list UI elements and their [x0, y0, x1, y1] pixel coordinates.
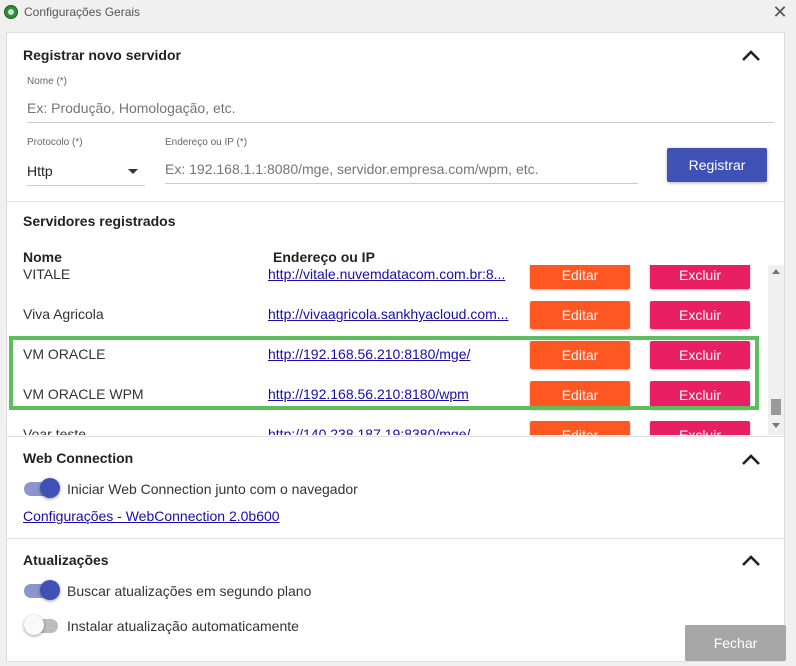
col-header-address: Endereço ou IP	[273, 249, 375, 265]
auto-install-label: Instalar atualização automaticamente	[67, 618, 299, 634]
dropdown-caret-icon	[128, 169, 138, 174]
servers-section-title: Servidores registrados	[23, 213, 176, 229]
address-input[interactable]	[165, 161, 638, 184]
server-address-link[interactable]: http://vitale.nuvemdatacom.com.br:8...	[268, 266, 518, 282]
divider	[7, 538, 784, 539]
edit-button[interactable]: Editar	[530, 381, 630, 409]
toggle-knob	[24, 615, 44, 635]
server-name: VITALE	[23, 266, 71, 282]
table-row: Voar teste http://140.238.187.19:8380/mg…	[7, 415, 767, 435]
scroll-down-icon[interactable]	[772, 423, 780, 428]
server-address-link[interactable]: http://140.238.187.19:8380/mge/	[268, 426, 518, 435]
server-address-link[interactable]: http://192.168.56.210:8180/mge/	[268, 346, 518, 362]
server-name: Voar teste	[23, 426, 87, 435]
delete-button[interactable]: Excluir	[650, 341, 750, 369]
divider	[7, 436, 784, 437]
server-name: VM ORACLE	[23, 346, 106, 362]
delete-button[interactable]: Excluir	[650, 265, 750, 289]
toggle-knob	[40, 580, 60, 600]
server-name: Viva Agricola	[23, 306, 104, 322]
background-updates-toggle[interactable]	[24, 580, 60, 600]
scroll-up-icon[interactable]	[772, 269, 780, 274]
updates-title: Atualizações	[23, 552, 109, 568]
edit-button[interactable]: Editar	[530, 341, 630, 369]
chevron-up-icon[interactable]	[739, 448, 763, 472]
web-connection-toggle-label: Iniciar Web Connection junto com o naveg…	[67, 481, 358, 497]
register-button[interactable]: Registrar	[667, 148, 767, 182]
protocol-label: Protocolo (*)	[27, 137, 83, 148]
table-row: VITALE http://vitale.nuvemdatacom.com.br…	[7, 265, 767, 295]
scrollbar[interactable]	[768, 265, 784, 435]
chevron-up-icon[interactable]	[739, 44, 763, 68]
close-button[interactable]: Fechar	[685, 625, 786, 661]
delete-button[interactable]: Excluir	[650, 301, 750, 329]
protocol-select[interactable]: Http	[27, 158, 145, 186]
server-address-link[interactable]: http://vivaagricola.sankhyacloud.com...	[268, 306, 518, 322]
table-row: VM ORACLE http://192.168.56.210:8180/mge…	[7, 335, 767, 375]
table-row: Viva Agricola http://vivaagricola.sankhy…	[7, 295, 767, 335]
chevron-up-icon[interactable]	[739, 549, 763, 573]
title-bar: Configurações Gerais ✕	[0, 0, 796, 26]
address-label: Endereço ou IP (*)	[165, 137, 248, 148]
divider	[7, 201, 784, 202]
web-connection-title: Web Connection	[23, 450, 134, 466]
name-field-label: Nome (*)	[27, 76, 68, 87]
toggle-knob	[40, 478, 60, 498]
server-name: VM ORACLE WPM	[23, 386, 144, 402]
background-updates-label: Buscar atualizações em segundo plano	[67, 583, 312, 599]
table-row: VM ORACLE WPM http://192.168.56.210:8180…	[7, 375, 767, 415]
window-title: Configurações Gerais	[24, 5, 141, 19]
edit-button[interactable]: Editar	[530, 265, 630, 289]
col-header-name: Nome	[23, 249, 62, 265]
edit-button[interactable]: Editar	[530, 421, 630, 435]
auto-install-toggle[interactable]	[24, 615, 60, 635]
name-input[interactable]	[27, 100, 774, 123]
webconnection-settings-link[interactable]: Configurações - WebConnection 2.0b600	[23, 508, 280, 524]
scroll-thumb[interactable]	[771, 399, 781, 415]
server-list: VITALE http://vitale.nuvemdatacom.com.br…	[7, 265, 767, 435]
web-connection-toggle[interactable]	[24, 478, 60, 498]
delete-button[interactable]: Excluir	[650, 381, 750, 409]
register-section-title: Registrar novo servidor	[23, 47, 181, 63]
server-address-link[interactable]: http://192.168.56.210:8180/wpm	[268, 386, 518, 402]
protocol-value: Http	[27, 163, 53, 179]
app-logo-icon	[4, 5, 18, 19]
delete-button[interactable]: Excluir	[650, 421, 750, 435]
close-window-icon[interactable]: ✕	[770, 2, 790, 22]
edit-button[interactable]: Editar	[530, 301, 630, 329]
